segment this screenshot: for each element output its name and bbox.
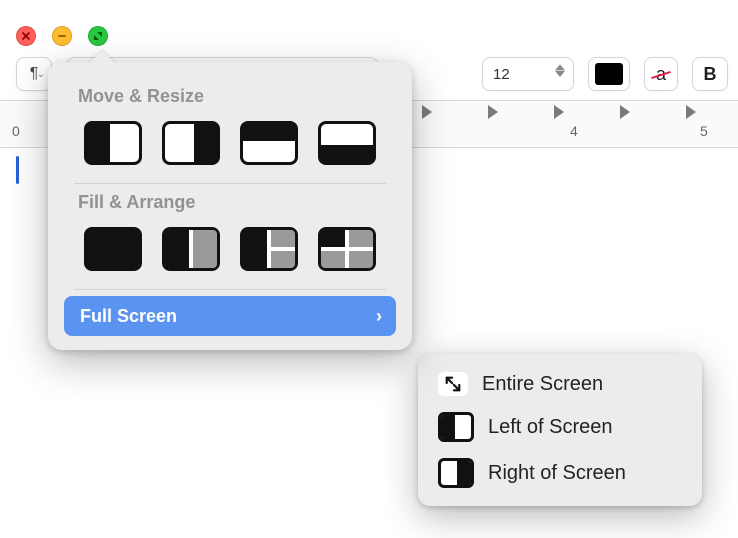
right-half-icon	[438, 458, 474, 488]
ruler-number-4: 4	[570, 123, 578, 139]
submenu-left-label: Left of Screen	[488, 416, 613, 439]
window-tile-popover: Move & Resize Fill & Arrange Full Screen…	[48, 62, 412, 350]
full-screen-submenu: Entire Screen Left of Screen Right of Sc…	[418, 354, 702, 506]
arrange-left-two-right-button[interactable]	[240, 227, 298, 271]
popover-caret	[89, 52, 115, 65]
divider	[74, 289, 386, 290]
tab-stop-marker[interactable]	[620, 105, 630, 119]
strikethrough-color-button[interactable]: a	[644, 57, 678, 91]
tab-stop-marker[interactable]	[422, 105, 432, 119]
submenu-right-of-screen[interactable]: Right of Screen	[428, 450, 692, 496]
section-title-fill-arrange: Fill & Arrange	[56, 186, 404, 223]
paragraph-style-button[interactable]: ¶⌄	[16, 57, 52, 91]
move-resize-row	[56, 117, 404, 181]
full-screen-label: Full Screen	[80, 306, 177, 327]
section-title-move-resize: Move & Resize	[56, 80, 404, 117]
arrange-quarters-button[interactable]	[318, 227, 376, 271]
submenu-right-label: Right of Screen	[488, 462, 626, 485]
full-screen-menu-item[interactable]: Full Screen ›	[64, 296, 396, 336]
color-swatch-black	[595, 63, 623, 85]
strike-a-glyph: a	[656, 64, 666, 85]
font-size-value: 12	[493, 66, 510, 83]
close-window-button[interactable]	[16, 26, 36, 46]
fill-screen-button[interactable]	[84, 227, 142, 271]
move-right-half-button[interactable]	[162, 121, 220, 165]
minimize-window-button[interactable]	[52, 26, 72, 46]
tab-stop-marker[interactable]	[488, 105, 498, 119]
text-color-button[interactable]	[588, 57, 630, 91]
move-bottom-half-button[interactable]	[318, 121, 376, 165]
ruler-number-0: 0	[12, 123, 20, 139]
chevron-right-icon: ›	[376, 306, 382, 327]
font-size-stepper[interactable]: 12	[482, 57, 574, 91]
divider	[74, 183, 386, 184]
left-half-icon	[438, 412, 474, 442]
text-cursor	[16, 156, 19, 184]
move-top-half-button[interactable]	[240, 121, 298, 165]
fill-arrange-row	[56, 223, 404, 287]
tab-stop-marker[interactable]	[554, 105, 564, 119]
ruler-number-5: 5	[700, 123, 708, 139]
move-left-half-button[interactable]	[84, 121, 142, 165]
bold-glyph: B	[704, 64, 717, 85]
submenu-left-of-screen[interactable]: Left of Screen	[428, 404, 692, 450]
window-controls	[16, 26, 108, 46]
arrange-left-right-button[interactable]	[162, 227, 220, 271]
tab-stop-marker[interactable]	[686, 105, 696, 119]
fullscreen-window-button[interactable]	[88, 26, 108, 46]
submenu-entire-screen[interactable]: Entire Screen	[428, 364, 692, 404]
bold-button[interactable]: B	[692, 57, 728, 91]
expand-arrows-icon	[438, 372, 468, 396]
submenu-entire-label: Entire Screen	[482, 373, 603, 396]
